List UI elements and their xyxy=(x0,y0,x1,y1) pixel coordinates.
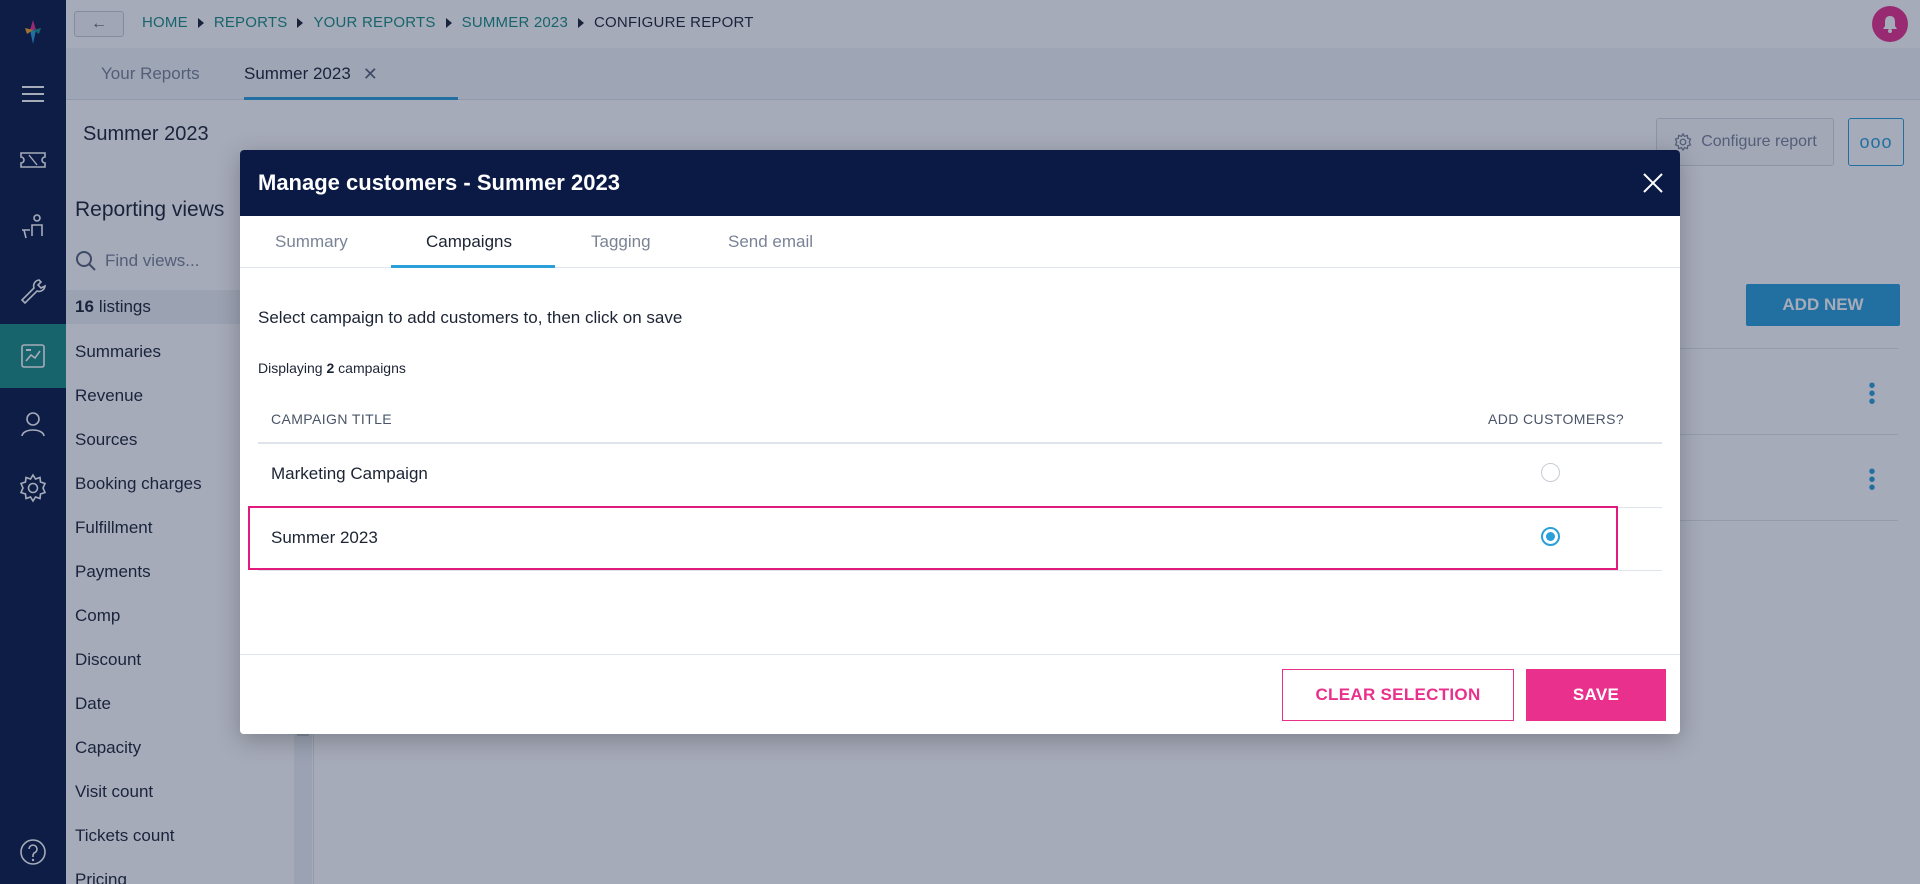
selected-row-highlight xyxy=(248,506,1618,570)
tab-tagging[interactable]: Tagging xyxy=(591,216,651,268)
tab-send-email[interactable]: Send email xyxy=(728,216,813,268)
manage-customers-modal: Manage customers - Summer 2023 Summary C… xyxy=(240,150,1680,734)
displaying-prefix: Displaying xyxy=(258,360,323,376)
save-button[interactable]: SAVE xyxy=(1526,669,1666,721)
modal-footer: CLEAR SELECTION SAVE xyxy=(240,654,1680,734)
campaign-name: Marketing Campaign xyxy=(271,464,428,483)
row-divider xyxy=(258,570,1662,571)
tab-summary[interactable]: Summary xyxy=(275,216,348,268)
campaign-count-text: Displaying 2 campaigns xyxy=(258,360,406,376)
column-header-add-customers: ADD CUSTOMERS? xyxy=(1488,411,1625,427)
column-header-campaign-title: CAMPAIGN TITLE xyxy=(271,411,392,427)
campaign-count: 2 xyxy=(326,360,335,376)
active-tab-indicator xyxy=(391,265,555,268)
modal-header: Manage customers - Summer 2023 xyxy=(240,150,1680,216)
modal-title: Manage customers - Summer 2023 xyxy=(258,170,620,195)
close-modal-button[interactable] xyxy=(1638,168,1668,198)
modal-tabs: Summary Campaigns Tagging Send email xyxy=(240,216,1680,268)
close-icon xyxy=(1643,173,1663,193)
instruction-text: Select campaign to add customers to, the… xyxy=(258,308,683,327)
campaign-radio[interactable] xyxy=(1541,463,1560,482)
displaying-suffix: campaigns xyxy=(338,360,406,376)
tab-campaigns[interactable]: Campaigns xyxy=(426,216,512,268)
table-row[interactable]: Marketing Campaign xyxy=(258,444,1662,506)
clear-selection-button[interactable]: CLEAR SELECTION xyxy=(1282,669,1514,721)
